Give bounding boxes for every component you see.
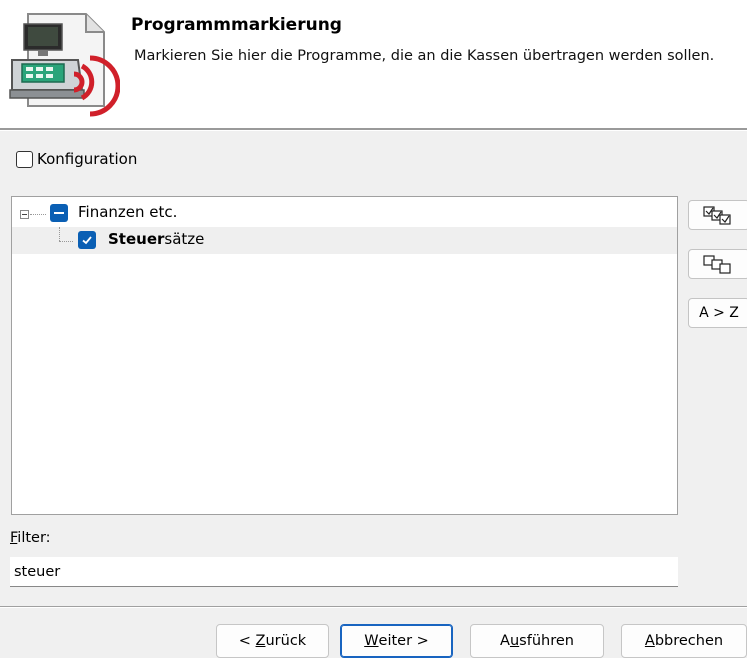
checkmark-icon xyxy=(82,236,92,245)
tree-node-finanzen[interactable]: Finanzen etc. xyxy=(12,200,677,227)
config-checkbox[interactable] xyxy=(16,150,33,168)
label-rest-text: ilter: xyxy=(17,530,51,546)
mnemonic-letter: A xyxy=(644,633,655,649)
sort-az-button[interactable]: A > Z xyxy=(688,298,747,328)
tree-node-label: Steuersätze xyxy=(108,230,204,248)
tree-checkbox-checked[interactable] xyxy=(78,231,96,249)
page-title: Programmmarkierung xyxy=(131,15,342,35)
filter-label: Filter: xyxy=(10,530,51,546)
back-button[interactable]: < Zurück xyxy=(216,624,329,658)
tree-connector xyxy=(59,227,60,241)
mnemonic-letter: W xyxy=(364,633,379,649)
button-rest-text: sführen xyxy=(519,633,574,649)
cash-register-wireless-icon xyxy=(9,13,120,117)
button-rest-text: urück xyxy=(265,633,307,649)
header-divider xyxy=(0,128,747,131)
button-prefix-text: A xyxy=(500,633,510,649)
tree-node-label: Finanzen etc. xyxy=(78,203,178,221)
page-subtitle: Markieren Sie hier die Programme, die an… xyxy=(134,48,715,64)
tree-node-steuersaetze[interactable]: Steuersätze xyxy=(12,227,677,254)
check-all-button[interactable] xyxy=(688,200,747,230)
check-all-icon xyxy=(703,206,731,225)
filter-input[interactable] xyxy=(10,557,678,587)
uncheck-all-button[interactable] xyxy=(688,249,747,279)
label-rest-text: sätze xyxy=(164,230,205,248)
program-tree[interactable]: Finanzen etc. Steuersätze xyxy=(11,196,678,515)
run-button[interactable]: Au sführen xyxy=(470,624,604,658)
button-rest-text: bbrechen xyxy=(654,633,724,649)
button-prefix-text: < xyxy=(238,633,256,649)
collapse-icon[interactable] xyxy=(20,210,29,219)
uncheck-all-icon xyxy=(703,255,731,274)
mnemonic-letter: u xyxy=(509,633,520,649)
tree-connector xyxy=(59,241,73,242)
cancel-button[interactable]: Abbrechen xyxy=(621,624,747,658)
sort-az-label: A > Z xyxy=(699,305,739,321)
wizard-header: Programmmarkierung Markieren Sie hier di… xyxy=(0,0,747,128)
next-button[interactable]: Weiter > xyxy=(340,624,453,658)
config-checkbox-row[interactable]: Konfiguration xyxy=(16,150,137,168)
button-rest-text: eiter > xyxy=(378,633,429,649)
tree-checkbox-partial[interactable] xyxy=(50,204,68,222)
footer-divider xyxy=(0,606,747,608)
tree-connector xyxy=(30,214,46,215)
config-checkbox-label: Konfiguration xyxy=(37,150,138,168)
mnemonic-letter: Z xyxy=(255,633,266,649)
filter-match-text: Steuer xyxy=(108,230,165,248)
